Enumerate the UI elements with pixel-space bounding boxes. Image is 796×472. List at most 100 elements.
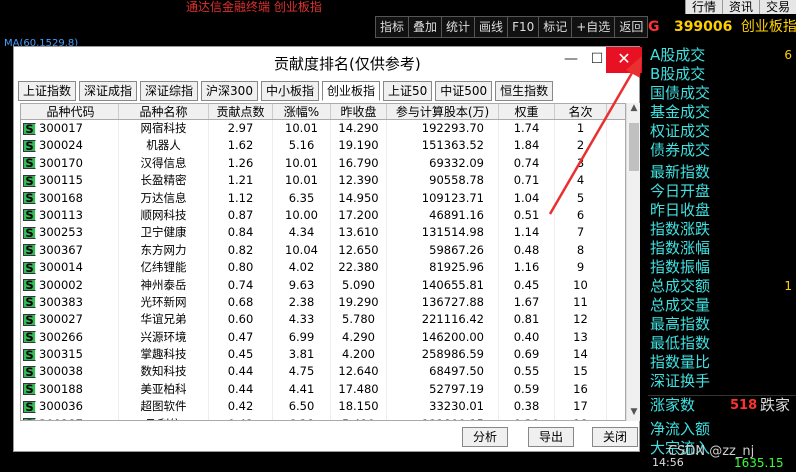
cell-prev-close: 17.200 [331,206,387,225]
cell-code: S 300168 [21,189,119,207]
tab-szse-component[interactable]: 深证成指 [79,81,138,101]
table-row[interactable]: S 300027 华谊兄弟 0.60 4.33 5.780 221116.42 0.81 12 [21,311,625,329]
rise-count: 518 [730,398,758,413]
cell-change-pct: 2.38 [273,293,331,312]
table-row[interactable]: S 300315 掌趣科技 0.45 3.81 4.200 258986.59 0.69 14 [21,346,625,364]
cell-prev-close: 5.780 [331,311,387,329]
cell-change-pct: 10.00 [273,206,331,225]
close-button[interactable]: 关闭 [592,427,638,447]
stat-row: 最低指数 [650,334,711,352]
table-row[interactable]: S 300014 亿纬锂能 0.80 4.02 22.380 81925.96 1.16 9 [21,259,625,277]
cell-change-pct: 10.01 [273,154,331,173]
export-button[interactable]: 导出 [528,427,574,447]
cell-name: 飞利信 [119,415,209,420]
table-row[interactable]: S 300038 数知科技 0.44 4.75 12.640 68497.50 0.55 15 [21,363,625,381]
stat-row: 国债成交 [650,84,711,102]
tab-csi500[interactable]: 中证500 [435,81,493,101]
tab-sse50[interactable]: 上证50 [382,81,433,101]
toolbar-overlay[interactable]: 叠加 [408,16,443,38]
index-group-badge: G [648,19,660,35]
cell-share-capital: 90558.78 [387,172,499,190]
cell-name: 网宿科技 [119,120,209,138]
menu-trade[interactable]: 交易 [758,0,796,14]
cell-contribution: 0.42 [209,398,273,416]
stock-code: 300367 [39,242,83,257]
table-row[interactable]: S 300002 神州泰岳 0.74 9.63 5.090 140655.81 0.45 10 [21,276,625,294]
col-contribution[interactable]: 贡献点数 [209,104,273,119]
cell-prev-close: 4.200 [331,346,387,364]
cell-share-capital: 52797.19 [387,380,499,399]
tab-chinext[interactable]: 创业板指 [321,81,380,101]
chart-area: MA(60,1529.8) [0,38,78,472]
toolbar-f10[interactable]: F10 [507,16,540,38]
menu-news[interactable]: 资讯 [721,0,759,14]
cell-contribution: 0.44 [209,363,273,381]
toolbar-stats[interactable]: 统计 [441,16,476,38]
index-value: 1635.15 [734,456,784,470]
stat-row: 权证成交 [650,122,711,140]
tab-csi300[interactable]: 沪深300 [201,81,258,101]
table-row[interactable]: S 300115 长盈精密 1.21 10.01 12.390 90558.78 0.71 4 [21,172,625,190]
cell-contribution: 1.26 [209,154,273,173]
cell-prev-close: 22.380 [331,259,387,277]
menu-quotes[interactable]: 行情 [684,0,722,14]
cell-weight: 0.45 [499,276,555,294]
cell-weight: 0.48 [499,241,555,260]
stat-row: 指数涨幅 [650,239,711,257]
col-name[interactable]: 品种名称 [119,104,209,119]
toolbar-draw[interactable]: 画线 [474,16,509,38]
toolbar-indicator[interactable]: 指标 [375,16,410,38]
toolbar-back[interactable]: 返回 [614,16,649,38]
cell-share-capital: 109123.71 [387,189,499,207]
cell-name: 美亚柏科 [119,380,209,399]
table-row[interactable]: S 300367 东方网力 0.82 10.04 12.650 59867.26 0.48 8 [21,241,625,260]
tab-sse-composite[interactable]: 上证指数 [18,81,77,101]
scroll-down-icon[interactable]: ▼ [627,407,641,421]
stock-icon: S [23,139,36,152]
index-code: 399006 [673,19,733,35]
table-row[interactable]: S 300253 卫宁健康 0.84 4.34 13.610 131514.98 1.14 7 [21,224,625,242]
col-change-pct[interactable]: 涨幅% [273,104,331,119]
stock-icon: S [23,348,36,361]
table-row[interactable]: S 300383 光环新网 0.68 2.38 19.290 136727.88 1.67 11 [21,293,625,312]
toolbar-mark[interactable]: 标记 [538,16,573,38]
stat-row: 最高指数 [650,315,711,333]
col-prev-close[interactable]: 昨收盘 [331,104,387,119]
table-row[interactable]: S 300266 兴源环境 0.47 6.99 4.290 146200.00 0.40 13 [21,328,625,347]
col-code[interactable]: 品种代码 [21,104,119,119]
toolbar-add-watchlist[interactable]: +自选 [571,16,616,38]
cell-code: S 300017 [21,120,119,138]
cell-contribution: 0.80 [209,259,273,277]
footer: CSDN @zz_nj 14:56 1635.15 [648,444,796,472]
table-row[interactable]: S300287飞利信0.416.285.410111890.150.3818 [21,415,625,420]
table-row[interactable]: S 300113 顺网科技 0.87 10.00 17.200 46891.16 0.51 6 [21,206,625,225]
cell-rank: 17 [555,398,607,416]
top-menu: 行情 资讯 交易 [684,0,796,14]
table-row[interactable]: S 300017 网宿科技 2.97 10.01 14.290 192293.70 1.74 1 [21,120,625,138]
cell-change-pct: 6.99 [273,328,331,347]
tab-sme-board[interactable]: 中小板指 [260,81,319,101]
cell-weight: 0.38 [499,415,555,420]
cell-name: 汉得信息 [119,154,209,173]
col-share-capital[interactable]: 参与计算股本(万) [387,104,499,119]
cell-change-pct: 10.01 [273,120,331,138]
analyze-button[interactable]: 分析 [462,427,508,447]
stock-icon: S [23,244,36,257]
table-row[interactable]: S 300024 机器人 1.62 5.16 19.190 151363.52 1.84 2 [21,137,625,155]
cell-change-pct: 6.50 [273,398,331,416]
table-row[interactable]: S 300168 万达信息 1.12 6.35 14.950 109123.71 1.04 5 [21,189,625,207]
table-row[interactable]: S300170汉得信息1.2610.0116.79069332.090.743 [21,154,625,173]
table-row[interactable]: S 300188 美亚柏科 0.44 4.41 17.480 52797.19 0.59 16 [21,380,625,399]
table-row[interactable]: S 300036 超图软件 0.42 6.50 18.150 33230.01 0.38 17 [21,398,625,416]
cell-prev-close: 19.190 [331,137,387,155]
cell-code: S 300315 [21,346,119,364]
cell-share-capital: 131514.98 [387,224,499,242]
stat-value: 1 [784,279,792,293]
cell-share-capital: 81925.96 [387,259,499,277]
cell-prev-close: 18.150 [331,398,387,416]
chart-toolbar: 指标 叠加 统计 画线 F10 标记 +自选 返回 [375,16,649,38]
stock-code: 300027 [39,312,83,327]
tab-szse-composite[interactable]: 深证综指 [140,81,199,101]
annotation-arrow [548,56,642,215]
stat-row: 总成交额 1 [648,277,796,296]
